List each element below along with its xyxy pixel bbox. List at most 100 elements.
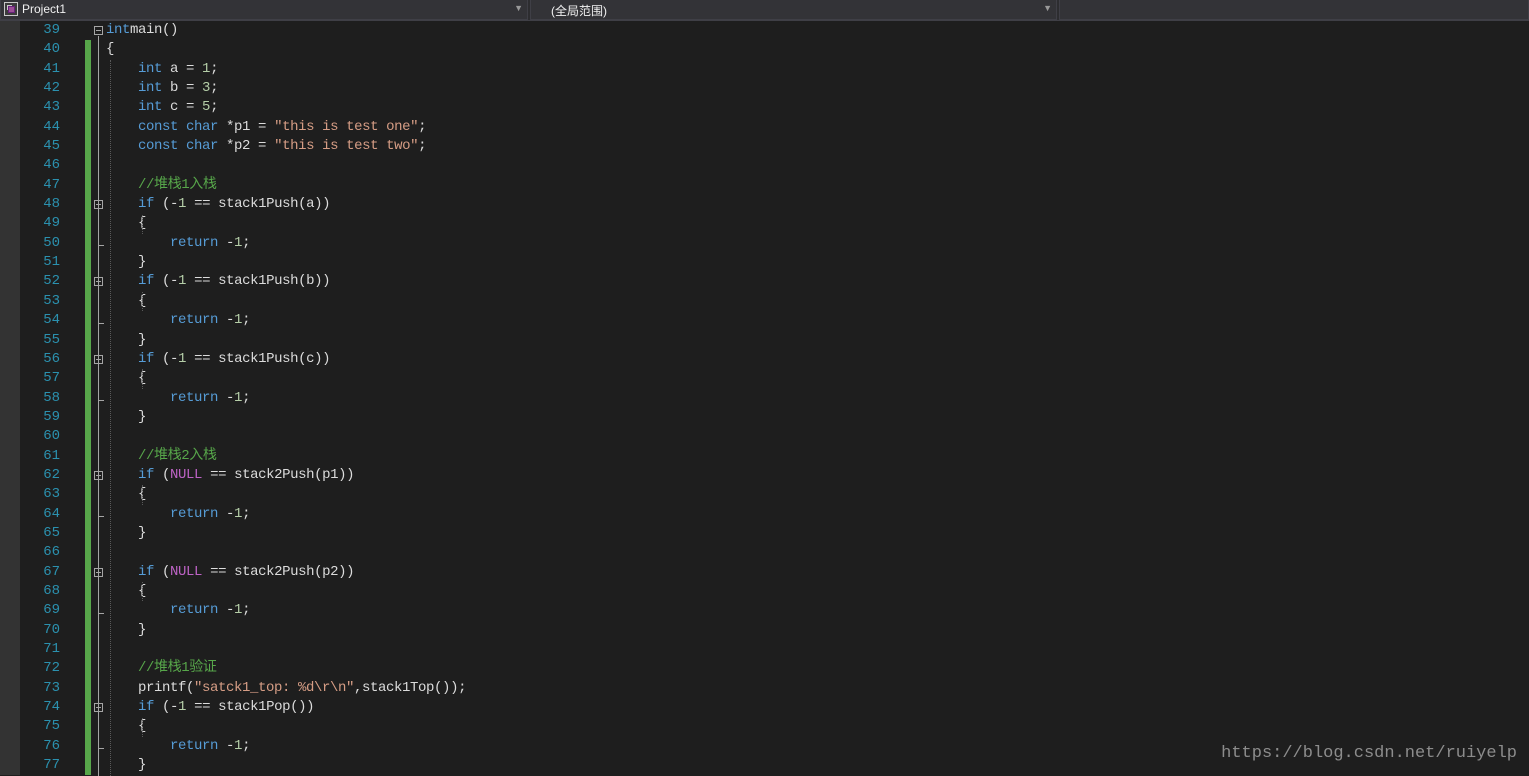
change-indicator [85, 698, 91, 718]
code-line[interactable]: 40 { [0, 40, 1529, 60]
code-line[interactable]: 61 //堆栈2入栈 [0, 446, 1529, 466]
scope-dropdown[interactable]: (全局范围) ▼ [530, 0, 1057, 20]
code-text: printf("satck1_top: %d\r\n",stack1Top())… [106, 679, 466, 698]
code-line[interactable]: 67 if (NULL == stack2Push(p2)) [0, 562, 1529, 582]
line-number: 61 [43, 447, 60, 464]
change-indicator [85, 388, 91, 408]
code-line[interactable]: 49 { [0, 214, 1529, 234]
code-text: } [106, 621, 146, 640]
code-line[interactable]: 64 return -1; [0, 504, 1529, 524]
code-text: { [106, 369, 146, 388]
code-token: return [170, 602, 219, 619]
line-number: 57 [43, 370, 60, 387]
code-line[interactable]: 57 { [0, 369, 1529, 389]
line-number: 43 [43, 99, 60, 116]
code-token: 1 [178, 699, 187, 716]
code-line[interactable]: 43 int c = 5; [0, 98, 1529, 118]
code-line[interactable]: 55 } [0, 330, 1529, 350]
code-line[interactable]: 50 return -1; [0, 233, 1529, 254]
line-number: 59 [43, 408, 60, 425]
code-token: int [138, 80, 163, 97]
line-number: 64 [43, 505, 60, 522]
code-token: 3 [202, 80, 211, 97]
indent-guide [142, 369, 143, 389]
code-line[interactable]: 59 } [0, 407, 1529, 428]
code-text: } [106, 408, 146, 427]
code-token: //堆栈1入栈 [138, 176, 217, 193]
code-line[interactable]: 66 [0, 543, 1529, 563]
code-token: } [106, 757, 147, 774]
code-line[interactable]: 42 int b = 3; [0, 79, 1529, 99]
code-line[interactable]: 60 [0, 427, 1529, 447]
code-line[interactable]: 73 printf("satck1_top: %d\r\n",stack1Top… [0, 678, 1529, 699]
code-token: const [138, 138, 179, 155]
code-token: //堆栈1验证 [138, 660, 217, 677]
code-line[interactable]: 48 if (-1 == stack1Push(a)) [0, 195, 1529, 215]
chevron-down-icon[interactable]: ▼ [1043, 3, 1052, 13]
code-token: 1 [234, 312, 243, 329]
code-token: 1 [234, 737, 243, 754]
code-line[interactable]: 47 //堆栈1入栈 [0, 175, 1529, 196]
code-line[interactable]: 62 if (NULL == stack2Push(p1)) [0, 465, 1529, 486]
code-line[interactable]: 74 if (-1 == stack1Pop()) [0, 698, 1529, 718]
code-line[interactable]: 45 const char *p2 = "this is test two"; [0, 137, 1529, 157]
code-token: ,stack1Top()); [354, 679, 467, 696]
code-token: == stack1Push(b)) [186, 273, 331, 290]
code-text: const char *p2 = "this is test two"; [106, 137, 426, 156]
change-indicator [85, 214, 91, 234]
code-line[interactable]: 75 { [0, 717, 1529, 737]
code-token: } [106, 408, 147, 425]
code-line[interactable]: 72 //堆栈1验证 [0, 659, 1529, 679]
code-token: "this is test two" [274, 138, 419, 155]
code-text: int c = 5; [106, 98, 218, 117]
line-number: 42 [43, 80, 60, 97]
code-line[interactable]: 56 if (-1 == stack1Push(c)) [0, 349, 1529, 370]
collapse-icon[interactable] [94, 26, 103, 35]
code-token: int [138, 99, 163, 116]
code-line[interactable]: 71 [0, 640, 1529, 660]
code-line[interactable]: 63 { [0, 485, 1529, 505]
line-number: 69 [43, 602, 60, 619]
code-line[interactable]: 68 { [0, 581, 1529, 602]
code-token: //堆栈2入栈 [138, 447, 217, 464]
code-text: if (-1 == stack1Push(a)) [106, 195, 330, 214]
code-line[interactable]: 41 int a = 1; [0, 59, 1529, 80]
code-token: if [138, 350, 155, 367]
outline-line [98, 364, 99, 400]
code-text: if (NULL == stack2Push(p1)) [106, 466, 354, 485]
code-text: //堆栈1入栈 [106, 176, 217, 195]
code-line[interactable]: 44 const char *p1 = "this is test one"; [0, 117, 1529, 138]
indent-guide [142, 717, 143, 737]
project-dropdown[interactable]: Project1 ▼ [0, 0, 528, 20]
code-token: if [138, 563, 155, 580]
line-number: 53 [43, 292, 60, 309]
code-line[interactable]: 46 [0, 156, 1529, 176]
watermark: https://blog.csdn.net/ruiyelp [1221, 744, 1517, 763]
code-token: - [218, 602, 235, 619]
code-line[interactable]: 52 if (-1 == stack1Push(b)) [0, 272, 1529, 292]
code-line[interactable]: 69 return -1; [0, 601, 1529, 621]
code-token: const [138, 118, 179, 135]
code-text: return -1; [106, 601, 250, 620]
code-line[interactable]: 51 } [0, 253, 1529, 273]
code-line[interactable]: 58 return -1; [0, 388, 1529, 408]
chevron-down-icon[interactable]: ▼ [514, 3, 523, 13]
code-token: ( [154, 466, 171, 483]
line-number: 48 [43, 196, 60, 213]
change-indicator [85, 485, 91, 505]
outline-line [98, 713, 99, 749]
code-token: { [106, 370, 147, 387]
code-line[interactable]: 65 } [0, 523, 1529, 544]
member-dropdown[interactable] [1059, 0, 1529, 20]
code-editor[interactable]: 39 intmain() 40{41 int a = 1; 42 int b = 3;… [0, 21, 1529, 776]
code-token: (- [154, 350, 179, 367]
change-indicator [85, 79, 91, 99]
code-text: const char *p1 = "this is test one"; [106, 118, 426, 137]
code-text: } [106, 331, 146, 350]
code-line[interactable]: 39 intmain() [0, 21, 1529, 40]
code-line[interactable]: 70 } [0, 620, 1529, 640]
change-indicator [85, 175, 91, 196]
code-line[interactable]: 54 return -1; [0, 311, 1529, 331]
code-line[interactable]: 53 { [0, 291, 1529, 312]
